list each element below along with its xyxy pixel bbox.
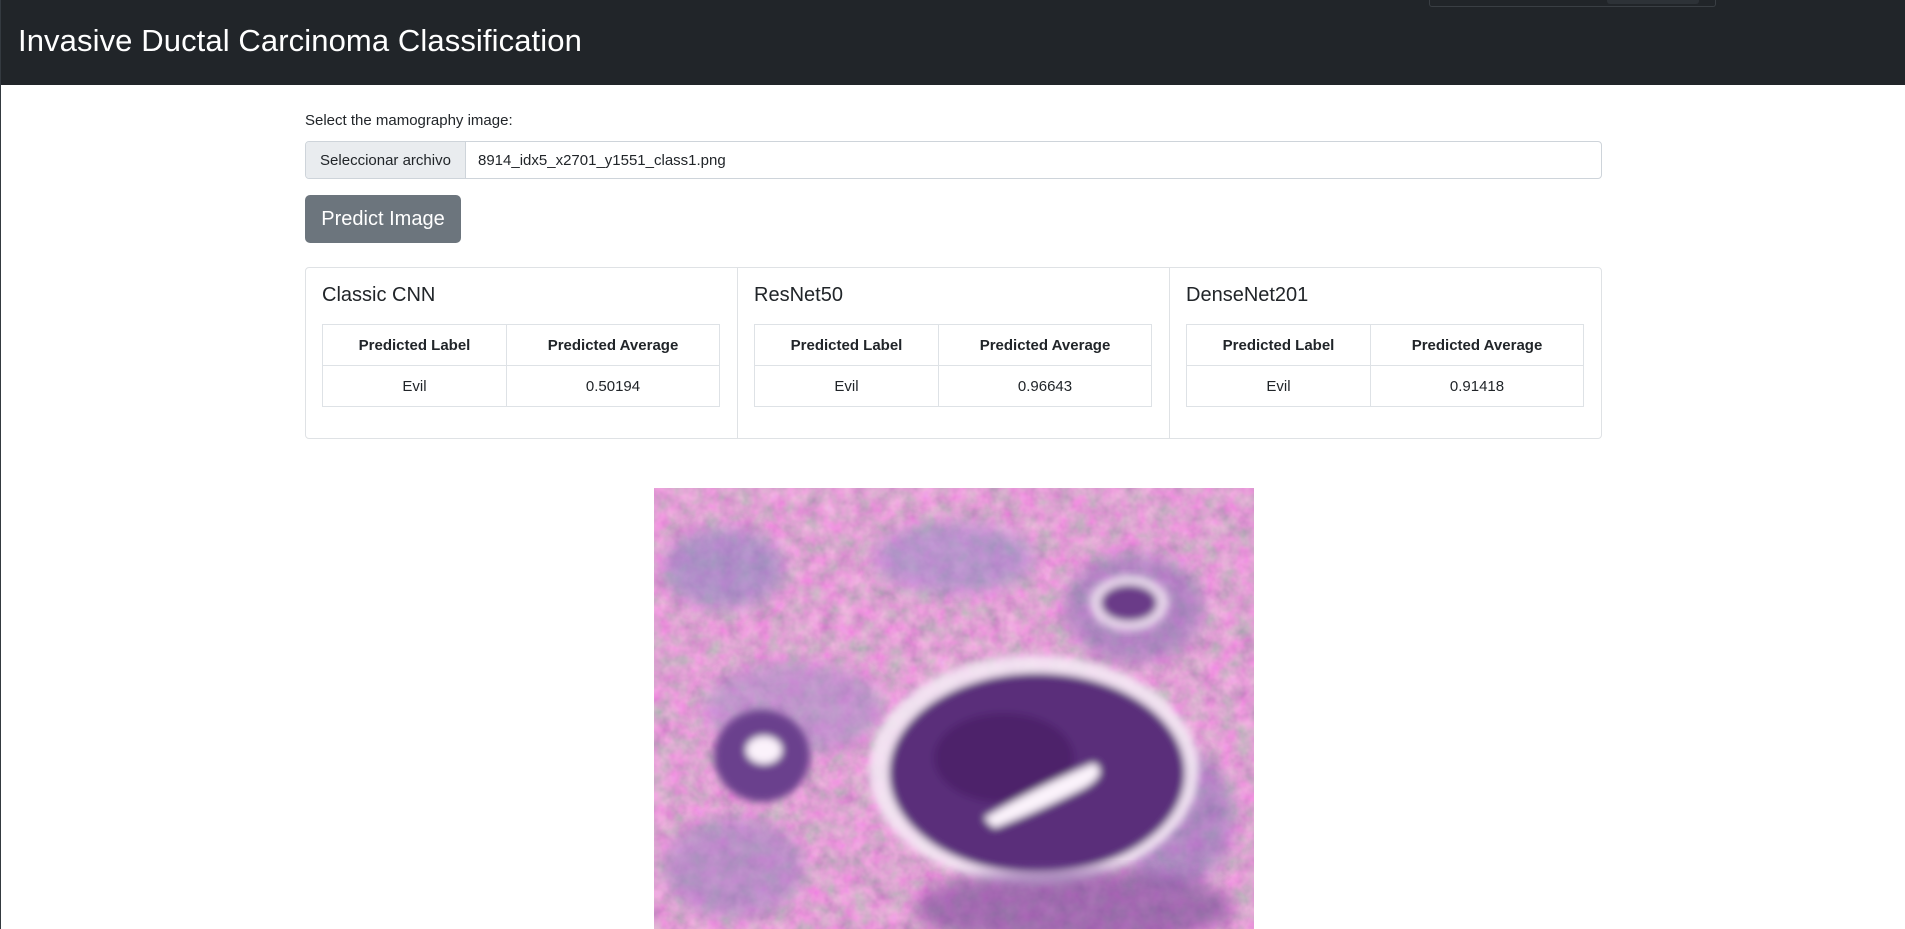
histology-image [654, 488, 1254, 929]
table-row: Evil 0.96643 [754, 365, 1152, 407]
file-input-label: Select the mamography image: [305, 112, 513, 129]
results-card-group: Classic CNN Predicted Label Predicted Av… [305, 267, 1602, 439]
header-predicted-label: Predicted Label [322, 324, 507, 366]
predicted-label-cell: Evil [322, 365, 507, 407]
choose-file-button[interactable]: Seleccionar archivo [306, 142, 466, 178]
predict-image-button[interactable]: Predict Image [305, 195, 461, 243]
header-predicted-average: Predicted Average [938, 324, 1152, 366]
header-predicted-label: Predicted Label [754, 324, 939, 366]
page-title: Invasive Ductal Carcinoma Classification [18, 23, 582, 58]
card-title: Classic CNN [322, 284, 436, 306]
card-classic-cnn: Classic CNN Predicted Label Predicted Av… [306, 268, 738, 438]
card-title: ResNet50 [754, 284, 843, 306]
table-row: Evil 0.91418 [1186, 365, 1584, 407]
predicted-average-cell: 0.50194 [506, 365, 720, 407]
table-header-row: Predicted Label Predicted Average [1186, 324, 1584, 366]
card-title: DenseNet201 [1186, 284, 1309, 306]
card-resnet50: ResNet50 Predicted Label Predicted Avera… [738, 268, 1170, 438]
selected-file-name: 8914_idx5_x2701_y1551_class1.png [478, 151, 726, 169]
table-header-row: Predicted Label Predicted Average [322, 324, 720, 366]
navbar: Invasive Ductal Carcinoma Classification [1, 0, 1905, 85]
header-predicted-average: Predicted Average [1370, 324, 1584, 366]
table-header-row: Predicted Label Predicted Average [754, 324, 1152, 366]
predicted-label-cell: Evil [1186, 365, 1371, 407]
table-row: Evil 0.50194 [322, 365, 720, 407]
predicted-label-cell: Evil [754, 365, 939, 407]
file-input[interactable]: Seleccionar archivo 8914_idx5_x2701_y155… [305, 141, 1602, 179]
predicted-average-cell: 0.91418 [1370, 365, 1584, 407]
predicted-average-cell: 0.96643 [938, 365, 1152, 407]
header-predicted-label: Predicted Label [1186, 324, 1371, 366]
results-table: Predicted Label Predicted Average Evil 0… [322, 324, 720, 407]
results-table: Predicted Label Predicted Average Evil 0… [1186, 324, 1584, 407]
header-predicted-average: Predicted Average [506, 324, 720, 366]
card-densenet201: DenseNet201 Predicted Label Predicted Av… [1170, 268, 1601, 438]
navbar-search-button[interactable] [1607, 0, 1699, 4]
results-table: Predicted Label Predicted Average Evil 0… [754, 324, 1152, 407]
